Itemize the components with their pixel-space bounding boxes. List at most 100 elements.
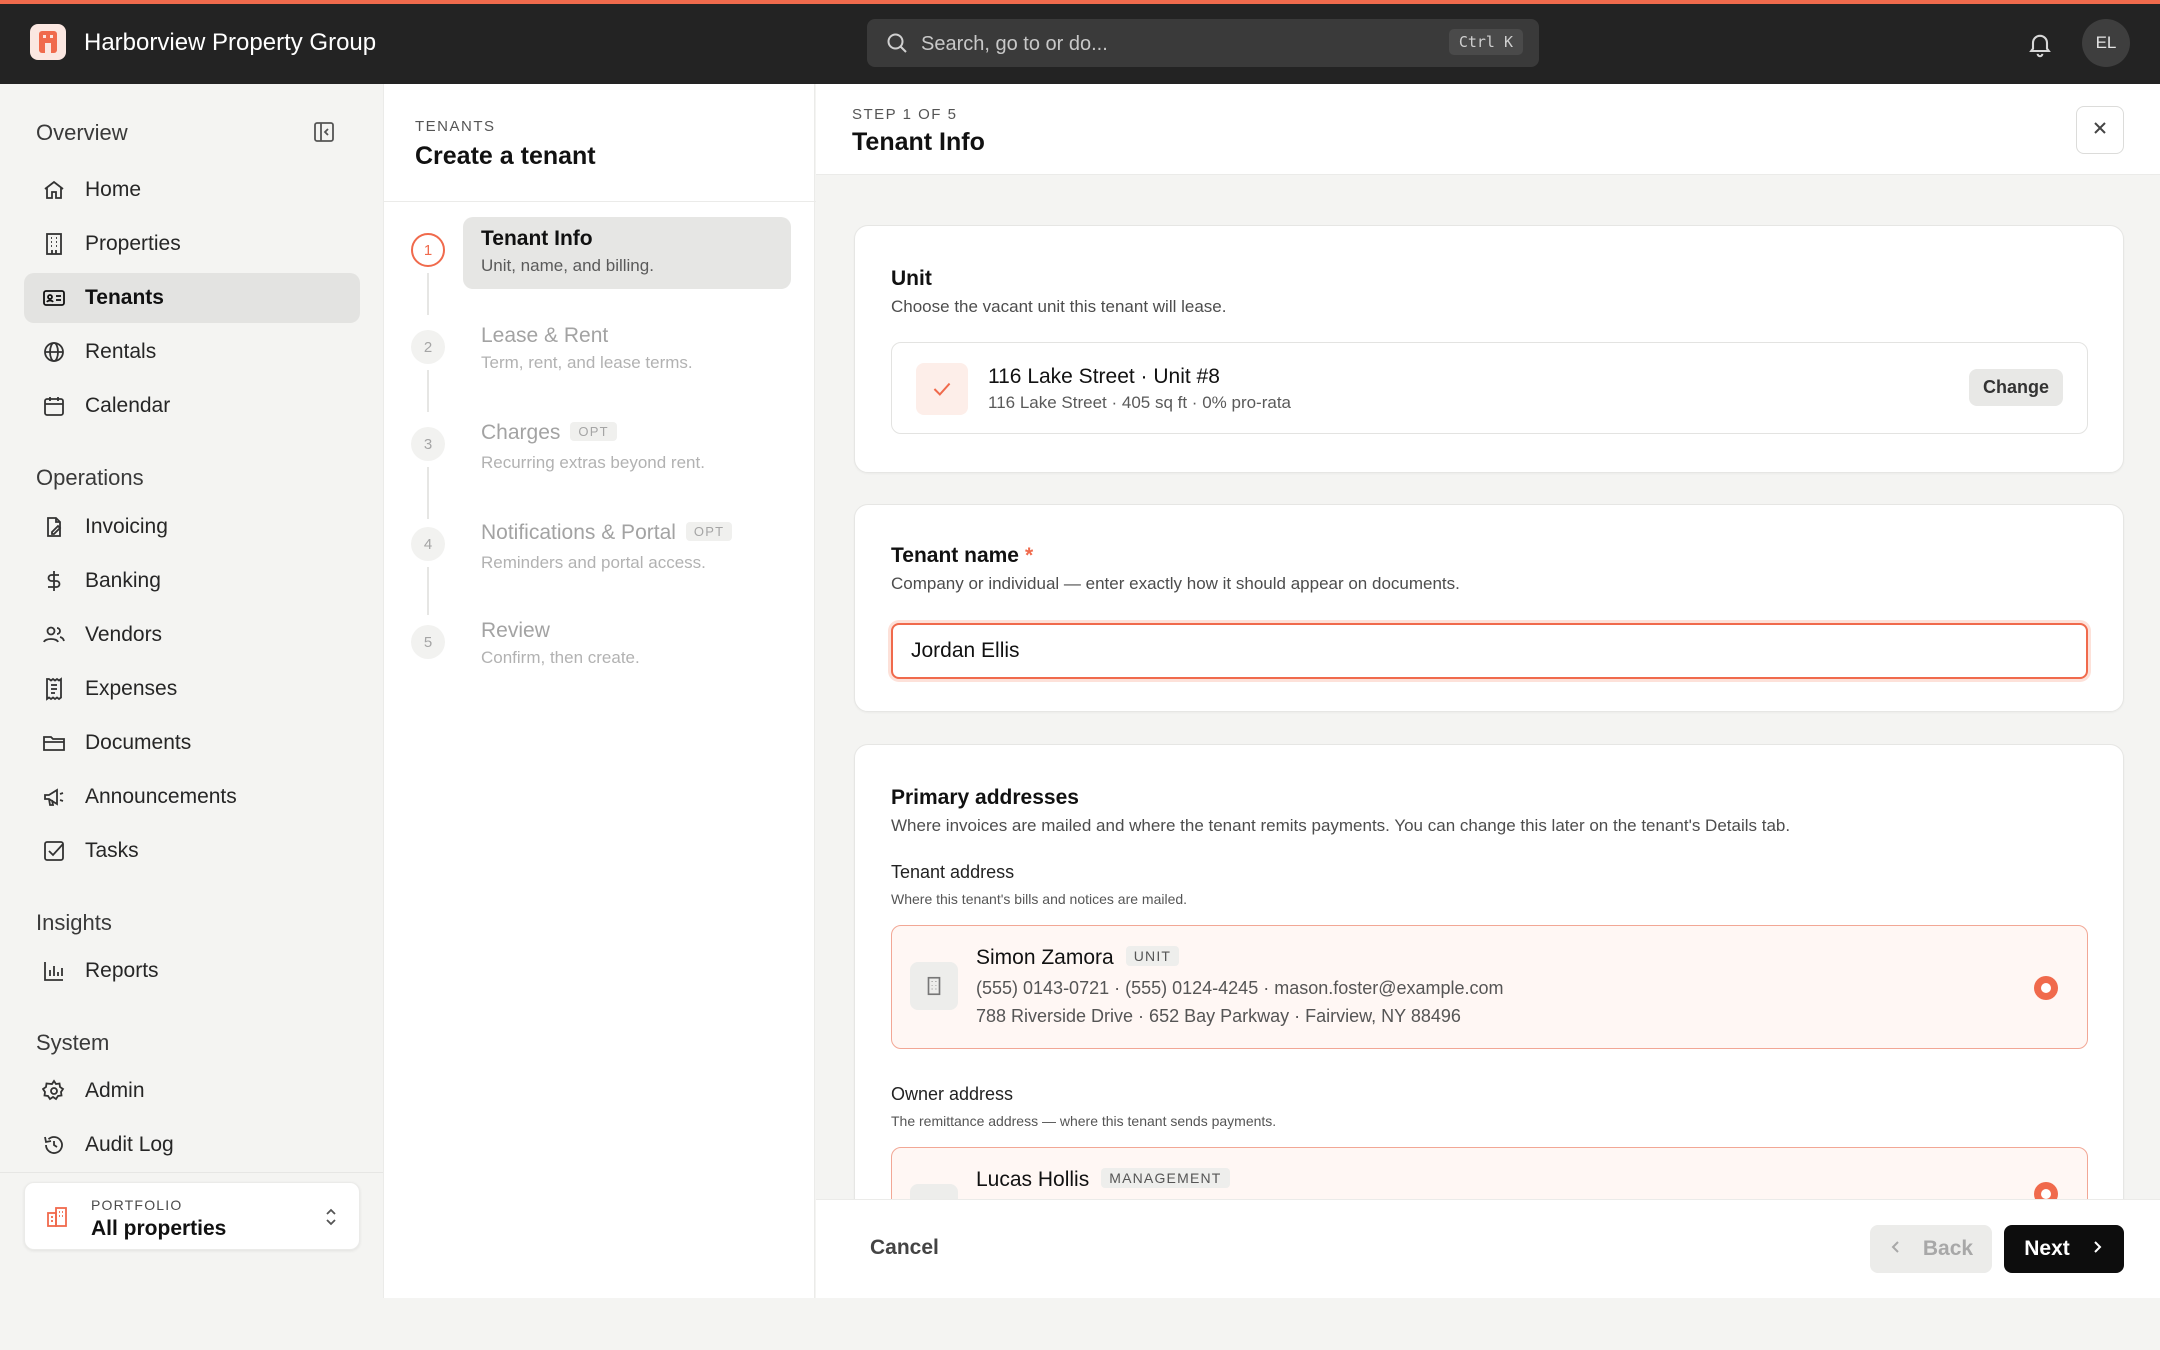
step-number: 1 xyxy=(411,233,445,267)
calendar-icon xyxy=(42,394,66,418)
sidebar-item-expenses[interactable]: Expenses xyxy=(24,664,360,714)
unit-card: Unit Choose the vacant unit this tenant … xyxy=(854,225,2124,473)
sidebar-item-label: Home xyxy=(85,178,142,201)
sidebar-item-label: Vendors xyxy=(85,623,163,646)
next-button[interactable]: Next xyxy=(2004,1225,2124,1273)
sidebar-item-invoicing[interactable]: Invoicing xyxy=(24,502,360,552)
tenant-name-card: Tenant name * Company or individual — ent… xyxy=(854,504,2124,712)
step-connector xyxy=(427,370,429,412)
sidebar-section-insights: Insights xyxy=(36,910,112,935)
bar-chart-icon xyxy=(42,959,66,983)
tenant-address-option[interactable]: Simon Zamora UNIT (555) 0143-0721 · (555)… xyxy=(891,925,2088,1049)
sidebar-item-tenants[interactable]: Tenants xyxy=(24,273,360,323)
step-desc: Recurring extras beyond rent. xyxy=(481,453,705,472)
portfolio-switcher[interactable]: PORTFOLIO All properties xyxy=(24,1182,360,1250)
sidebar-item-vendors[interactable]: Vendors xyxy=(24,610,360,660)
search-bar[interactable]: Search, go to or do... Ctrl K xyxy=(867,19,1539,67)
step-label: Notifications & Portal xyxy=(481,521,676,544)
sidebar-item-label: Properties xyxy=(85,232,181,255)
sidebar-item-reports[interactable]: Reports xyxy=(24,946,360,996)
search-icon xyxy=(885,31,909,60)
step-connector xyxy=(427,273,429,315)
sidebar-item-rentals[interactable]: Rentals xyxy=(24,327,360,377)
unit-badge: UNIT xyxy=(1125,946,1180,966)
building-icon xyxy=(42,232,66,256)
tenant-address-street: 788 Riverside Drive · 652 Bay Parkway · … xyxy=(976,1006,1461,1026)
building-icon xyxy=(910,962,958,1010)
unit-name: 116 Lake Street · Unit #8 xyxy=(988,365,1220,388)
cancel-button[interactable]: Cancel xyxy=(870,1236,939,1260)
step-label: Review xyxy=(481,619,550,642)
home-icon xyxy=(42,178,66,202)
invoice-icon xyxy=(42,515,66,539)
sidebar-section-operations: Operations xyxy=(36,465,144,490)
step-desc: Reminders and portal access. xyxy=(481,553,706,572)
sidebar-item-label: Audit Log xyxy=(85,1133,174,1156)
receipt-icon xyxy=(42,677,66,701)
unit-card-title: Unit xyxy=(891,267,932,290)
sidebar-section-system: System xyxy=(36,1030,110,1055)
sidebar-item-calendar[interactable]: Calendar xyxy=(24,381,360,431)
close-icon xyxy=(2090,118,2110,143)
wizard-steps-panel: TENANTS Create a tenant 1 Tenant Info Un… xyxy=(383,84,816,1298)
sidebar-item-admin[interactable]: Admin xyxy=(24,1066,360,1116)
tenant-address-contacts: (555) 0143-0721 · (555) 0124-4245 · maso… xyxy=(976,978,1504,998)
wizard-title: Create a tenant xyxy=(415,142,596,170)
step-desc: Unit, name, and billing. xyxy=(481,256,654,275)
change-unit-button[interactable]: Change xyxy=(1968,369,2063,406)
back-button[interactable]: Back xyxy=(1870,1225,1992,1273)
sidebar-item-documents[interactable]: Documents xyxy=(24,718,360,768)
user-avatar[interactable]: EL xyxy=(2082,19,2130,67)
portfolio-label: PORTFOLIO xyxy=(91,1197,183,1213)
addresses-title: Primary addresses xyxy=(891,786,1079,809)
optional-badge: OPT xyxy=(685,522,733,541)
sidebar-item-label: Invoicing xyxy=(85,515,168,538)
sidebar-item-properties[interactable]: Properties xyxy=(24,219,360,269)
sidebar-item-label: Documents xyxy=(85,731,192,754)
sidebar-item-banking[interactable]: Banking xyxy=(24,556,360,606)
tenant-name-title-row: Tenant name * xyxy=(891,544,1033,568)
bell-icon[interactable] xyxy=(2026,30,2054,63)
sidebar-item-audit-log[interactable]: Audit Log xyxy=(24,1120,360,1170)
tenant-name-input[interactable] xyxy=(891,623,2088,679)
main-header: STEP 1 OF 5 Tenant Info xyxy=(816,84,2160,175)
sidebar-item-label: Announcements xyxy=(85,785,237,808)
required-mark: * xyxy=(1024,544,1034,567)
selected-unit[interactable]: 116 Lake Street · Unit #8 116 Lake Stree… xyxy=(891,342,2088,434)
sidebar-divider xyxy=(0,1172,383,1173)
sidebar-item-label: Tenants xyxy=(85,286,164,309)
step-connector xyxy=(427,567,429,615)
search-placeholder: Search, go to or do... xyxy=(921,33,1108,55)
tenant-address-radio[interactable] xyxy=(2034,976,2058,1000)
bottom-band xyxy=(0,1298,2160,1350)
wizard-footer: Cancel Back Next xyxy=(816,1199,2160,1298)
sidebar-item-home[interactable]: Home xyxy=(24,165,360,215)
step-label: Tenant Info xyxy=(481,227,593,250)
owner-address-desc: The remittance address — where this tena… xyxy=(891,1113,1277,1129)
dollar-icon xyxy=(42,569,66,593)
search-shortcut: Ctrl K xyxy=(1448,29,1523,55)
step-number: 4 xyxy=(411,527,445,561)
gear-icon xyxy=(41,1079,66,1103)
tenant-name-desc: Company or individual — enter exactly ho… xyxy=(891,574,1460,593)
close-button[interactable] xyxy=(2076,106,2124,154)
sidebar-item-announcements[interactable]: Announcements xyxy=(24,772,360,822)
sidebar-item-label: Admin xyxy=(85,1079,145,1102)
step-label-row: Charges OPT xyxy=(481,421,617,445)
buildings-icon xyxy=(45,1205,69,1234)
step-label-row: Notifications & Portal OPT xyxy=(481,521,733,545)
divider xyxy=(384,201,816,202)
sidebar-item-label: Calendar xyxy=(85,394,171,417)
unit-meta: 116 Lake Street · 405 sq ft · 0% pro-rat… xyxy=(988,393,1292,412)
main-panel: STEP 1 OF 5 Tenant Info Unit Choose the … xyxy=(816,84,2160,1298)
brand-name[interactable]: Harborview Property Group xyxy=(84,29,376,57)
sidebar-item-label: Rentals xyxy=(85,340,157,363)
step-title: Tenant Info xyxy=(852,128,985,156)
tenant-address-name-row: Simon Zamora UNIT xyxy=(976,946,1180,970)
brand-logo-icon[interactable] xyxy=(30,24,66,60)
globe-icon xyxy=(42,340,66,364)
step-desc: Confirm, then create. xyxy=(481,648,640,667)
sidebar-collapse-icon[interactable] xyxy=(312,120,336,149)
top-bar: Harborview Property Group Search, go to … xyxy=(0,4,2160,84)
sidebar-item-tasks[interactable]: Tasks xyxy=(24,826,360,876)
